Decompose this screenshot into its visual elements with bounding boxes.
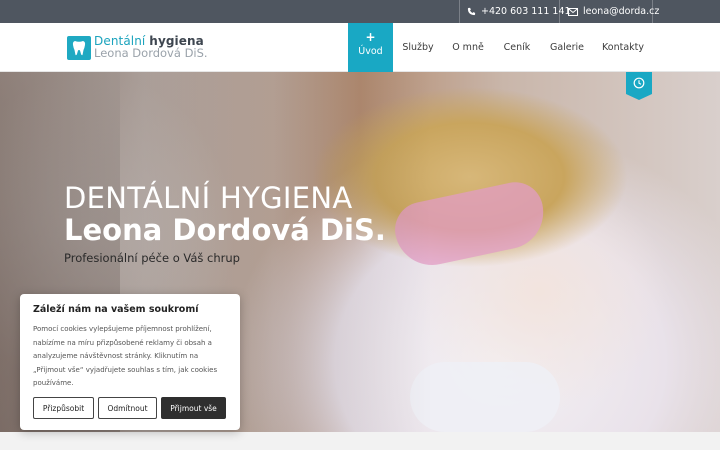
nav-item-label: Galerie [549, 42, 585, 53]
accept-all-button[interactable]: Přijmout vše [161, 397, 226, 419]
nav-item-label: O mně [452, 42, 484, 53]
nav-item-uvod[interactable]: + Úvod [348, 23, 393, 72]
cookie-title: Záleží nám na vašem soukromí [33, 304, 199, 315]
nav-item-label: Ceník [503, 42, 531, 53]
hero-subtitle: Profesionální péče o Váš chrup [64, 251, 240, 265]
nav-item-cenik[interactable]: Ceník [498, 23, 536, 72]
reject-button[interactable]: Odmítnout [98, 397, 157, 419]
phone-number: +420 603 111 141 [481, 6, 571, 17]
logo-line-2: Leona Dordová DiS. [94, 46, 208, 60]
cookie-consent-dialog: Záleží nám na vašem soukromí Pomocí cook… [20, 294, 240, 430]
cookie-buttons: Přizpůsobit Odmítnout Přijmout vše [33, 397, 227, 419]
tooth-icon [67, 36, 91, 60]
site-logo[interactable]: Dentální hygiena Leona Dordová DiS. [67, 35, 208, 60]
nav-item-sluzby[interactable]: Služby [397, 23, 439, 72]
phone-link[interactable]: +420 603 111 141 [467, 0, 571, 23]
nav-item-label: Služby [402, 42, 434, 53]
plus-icon: + [365, 30, 376, 44]
top-bar-divider [459, 0, 460, 23]
cookie-text: Pomocí cookies vylepšujeme příjemnost pr… [33, 325, 218, 387]
nav-item-kontakty[interactable]: Kontakty [598, 23, 648, 72]
top-bar-divider [652, 0, 653, 23]
customize-button[interactable]: Přizpůsobit [33, 397, 94, 419]
hero-title-line-2: Leona Dordová DiS. [64, 213, 386, 247]
email-link[interactable]: leona@dorda.cz [568, 0, 659, 23]
nav-item-label: Kontakty [602, 42, 644, 53]
top-bar: +420 603 111 141 leona@dorda.cz [0, 0, 720, 23]
hero-title-line-1: DENTÁLNÍ HYGIENA [64, 181, 353, 215]
clock-icon[interactable] [626, 72, 652, 100]
section-strip [0, 432, 720, 450]
email-address: leona@dorda.cz [583, 6, 660, 17]
nav-item-o-mne[interactable]: O mně [447, 23, 489, 72]
top-bar-divider [559, 0, 560, 23]
site-header: Dentální hygiena Leona Dordová DiS. + Úv… [0, 23, 720, 72]
nav-item-label: Úvod [358, 46, 383, 57]
phone-icon [467, 7, 476, 16]
page: +420 603 111 141 leona@dorda.cz Dentální… [0, 0, 720, 450]
nav-item-galerie[interactable]: Galerie [544, 23, 590, 72]
mail-icon [568, 7, 578, 16]
